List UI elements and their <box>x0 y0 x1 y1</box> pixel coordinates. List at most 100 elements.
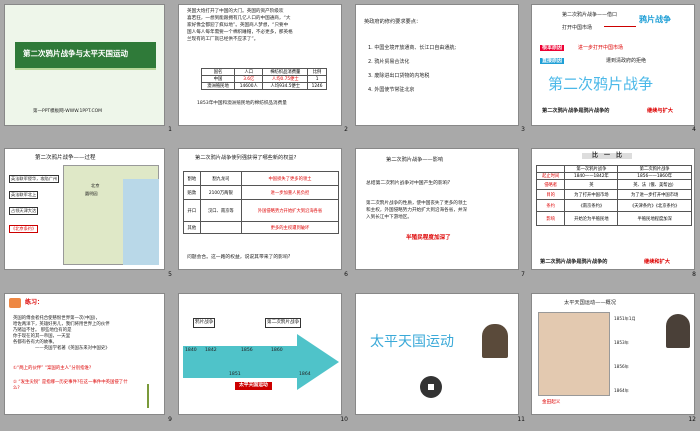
slide-4-big-title: 第二次鸦片战争 <box>548 75 654 93</box>
slide-4-open: 打开中国市场 <box>562 25 593 31</box>
slide-thumbnail-10[interactable]: 鸦片战争 第二次鸦片战争 1840 1842 1856 1860 1851 18… <box>178 293 342 415</box>
slide-4-further: 进一步打开中国市场 <box>578 45 624 51</box>
table-cell: 更多的主权遭到破坏 <box>241 221 339 234</box>
slide-4-denied: 遭到清政府的拒绝 <box>606 58 647 64</box>
slide-2-para-line: 英国大炮打开了中国的大门。英国的资产阶级欢 <box>187 9 284 14</box>
slide-1-band-line <box>15 68 156 70</box>
slide-thumbnail-6[interactable]: 第二次鸦片战争使列强获得了哪些新的权益? 割地 割九龙司 中国损失了更多的领土 赔款… <box>178 148 342 270</box>
table-cell: 开始沦为半殖民地 <box>564 211 619 226</box>
slide-6-table: 割地 割九龙司 中国损失了更多的领土 赔款 2100万两银 进一步加重人民负担 开口 汉口… <box>183 171 339 234</box>
slide-7-question: 总结第二次鸦片战争对中国产生的影响? <box>366 181 451 186</box>
table-header: 人口 <box>234 68 264 76</box>
slide-1-title: 第二次鸦片战争与太平天国运动 <box>23 49 128 58</box>
table-cell: 英 <box>564 179 619 190</box>
table-cell: 影响 <box>535 211 566 226</box>
slide-number-1: 1 <box>168 126 172 133</box>
table-cell <box>199 221 243 234</box>
slide-3-item: 1. 中国全境开放通商、长江口自由通航; <box>368 45 457 51</box>
table-cell: 英、法（俄、美帮凶） <box>617 179 692 190</box>
slide-number-8: 8 <box>692 271 696 278</box>
slide-7-para-line: 第二次鸦片战争的性质，使中国丧失了更多的领土 <box>366 201 468 206</box>
table-cell: 澳洲殖民地 <box>200 82 236 90</box>
slide-10-year: 1842 <box>205 348 217 353</box>
slide-5-title: 第二次鸦片战争——过程 <box>35 155 96 161</box>
table-cell: 半殖民地程度加深 <box>617 211 692 226</box>
slide-thumbnail-12[interactable]: 太平天国运动——概况 1851年1月 1853年 1856年 1864年 金田起… <box>531 293 695 415</box>
table-cell: 1856——1860年 <box>617 172 692 180</box>
table-cell: 侵略者 <box>535 179 566 190</box>
table-cell: 目的 <box>535 189 566 200</box>
slide-9-question-2: ② “发生尖锐” 是指哪一历史事件?在这一事件中英国侵了什么? <box>13 380 128 392</box>
slide-8-bottom-b: 继续和扩大 <box>644 259 670 265</box>
table-cell: 3.6亿 <box>234 75 264 83</box>
slide-9-head: 练习： <box>25 299 44 306</box>
slide-6-title: 第二次鸦片战争使列强获得了哪些新的权益? <box>195 155 297 161</box>
table-cell: 其他 <box>183 221 201 234</box>
slide-4-arrow <box>604 26 636 27</box>
slide-9-book-icon <box>9 298 21 308</box>
slide-4-top: 第二次鸦片战争——借口 <box>562 12 618 18</box>
slide-number-12: 12 <box>688 416 696 423</box>
table-cell: 赔款 <box>183 185 201 200</box>
slide-5-map-label: 北京 <box>91 183 100 188</box>
slide-number-2: 2 <box>344 126 348 133</box>
slide-5-label: 占领天津大沽 <box>9 207 39 216</box>
table-cell: 1246 <box>307 82 327 90</box>
slide-thumbnail-3[interactable]: 英政府的修约要求要点： 1. 中国全境开放通商、长江口自由通航; 2. 鸦片贸易… <box>355 4 519 126</box>
slide-thumbnail-11[interactable]: 太平天国运动 <box>355 293 519 415</box>
slide-7-title: 第二次鸦片战争——影响 <box>386 157 444 163</box>
slide-4-opium-war-tag: 鸦片战争 <box>639 15 671 24</box>
table-cell: 割九龙司 <box>199 171 243 186</box>
slide-9-plant-icon <box>147 384 149 408</box>
slide-10-year: 1864 <box>299 372 311 377</box>
slide-12-year: 1851年1月 <box>614 316 636 321</box>
slide-9-para-line: ——英国学者著《英国东来对中国史》 <box>35 346 110 351</box>
slide-thumbnail-2[interactable]: 英国大炮打开了中国的大门。英国的资产阶级欢 喜若狂，一想到能跟拥有几亿人口的中国… <box>178 4 342 126</box>
table-cell: 中国 <box>200 75 236 83</box>
slide-11-title: 太平天国运动 <box>370 334 454 350</box>
slide-5-label: 英法联军北上 <box>9 191 39 200</box>
table-header: 国名 <box>200 68 236 76</box>
slide-7-para-line: 入到长江中下游地区。 <box>366 215 412 220</box>
slide-thumbnail-8[interactable]: 比 一 比 第一次鸦片战争 第二次鸦片战争 起止时间 1840——1842年 1856… <box>531 148 695 270</box>
slide-4-bottom-b: 继续与扩大 <box>647 108 673 114</box>
slide-5-label: 《北京条约》 <box>9 225 39 234</box>
table-header: 第一次鸦片战争 <box>564 165 619 173</box>
table-cell: 外国侵略势力开始扩大到沿海各省 <box>241 199 339 222</box>
table-header: 比例 <box>307 68 327 76</box>
slide-7-para-line: 和主权，外国侵略势力开始扩大到沿海各省，并深 <box>366 208 468 213</box>
table-cell: 起止时间 <box>535 172 566 180</box>
slide-thumbnail-5[interactable]: 第二次鸦片战争——过程 英法联军侵华，攻陷广州 英法联军北上 占领天津大沽 《北… <box>4 148 165 270</box>
slide-4-direct-label: 直接原因 <box>540 58 565 65</box>
slide-11-coin-hole <box>428 384 434 390</box>
table-cell: 《天津条约》《北京条约》 <box>617 199 692 212</box>
slide-6-bottom: 问题会合。这一路的权益，说说其带来了的影响? <box>187 255 291 260</box>
table-cell: 割地 <box>183 171 201 186</box>
slide-12-title: 太平天国运动——概况 <box>564 300 616 306</box>
slide-number-4: 4 <box>692 126 696 133</box>
slide-10-year: 1840 <box>185 348 197 353</box>
slide-2-para-line: 兰现有的工厂就已经供不应求了”。 <box>187 37 259 42</box>
table-cell: 2100万两银 <box>199 185 243 200</box>
slide-thumbnail-4[interactable]: 第二次鸦片战争——借口 打开中国市场 鸦片战争 根本原因 进一步打开中国市场 直… <box>531 4 695 126</box>
slide-5-sea <box>123 179 159 265</box>
slide-9-question-1: ①“两上的伙伴” “案国的主人”分别指谁? <box>13 366 92 371</box>
slide-thumbnail-9[interactable]: 练习： 英国的傅会者托合使慈恨世界第一次(中国)， 哈佐两洋下，英雄好男儿，我们… <box>4 293 165 415</box>
table-cell: 进一步加重人民负担 <box>241 185 339 200</box>
slide-thumbnail-1[interactable]: 第二次鸦片战争与太平天国运动 第一PPT模板网-WWW.1PPT.COM <box>4 4 165 126</box>
slide-number-3: 3 <box>521 126 525 133</box>
slide-2-para-line: 国人每人每年需要一个棉织睡帽，不必更多，那英格 <box>187 30 293 35</box>
slide-thumbnail-7[interactable]: 第二次鸦片战争——影响 总结第二次鸦片战争对中国产生的影响? 第二次鸦片战争的性… <box>355 148 519 270</box>
table-cell: 为了进一步打开中国市场 <box>617 189 692 200</box>
slide-number-7: 7 <box>521 271 525 278</box>
slide-12-map <box>538 312 610 396</box>
slide-12-year: 1853年 <box>614 340 629 345</box>
slide-10-label: 鸦片战争 <box>193 318 216 329</box>
slide-2-caption: 1853年中国和澳洲殖民地的棉纺织品消费量 <box>197 101 287 106</box>
table-cell: 《南京条约》 <box>564 199 619 212</box>
slide-number-5: 5 <box>168 271 172 278</box>
slide-number-11: 11 <box>517 416 525 423</box>
table-cell: 1 <box>307 75 327 83</box>
slide-12-year: 1864年 <box>614 388 629 393</box>
table-cell: 汉口、南京等 <box>199 199 243 222</box>
